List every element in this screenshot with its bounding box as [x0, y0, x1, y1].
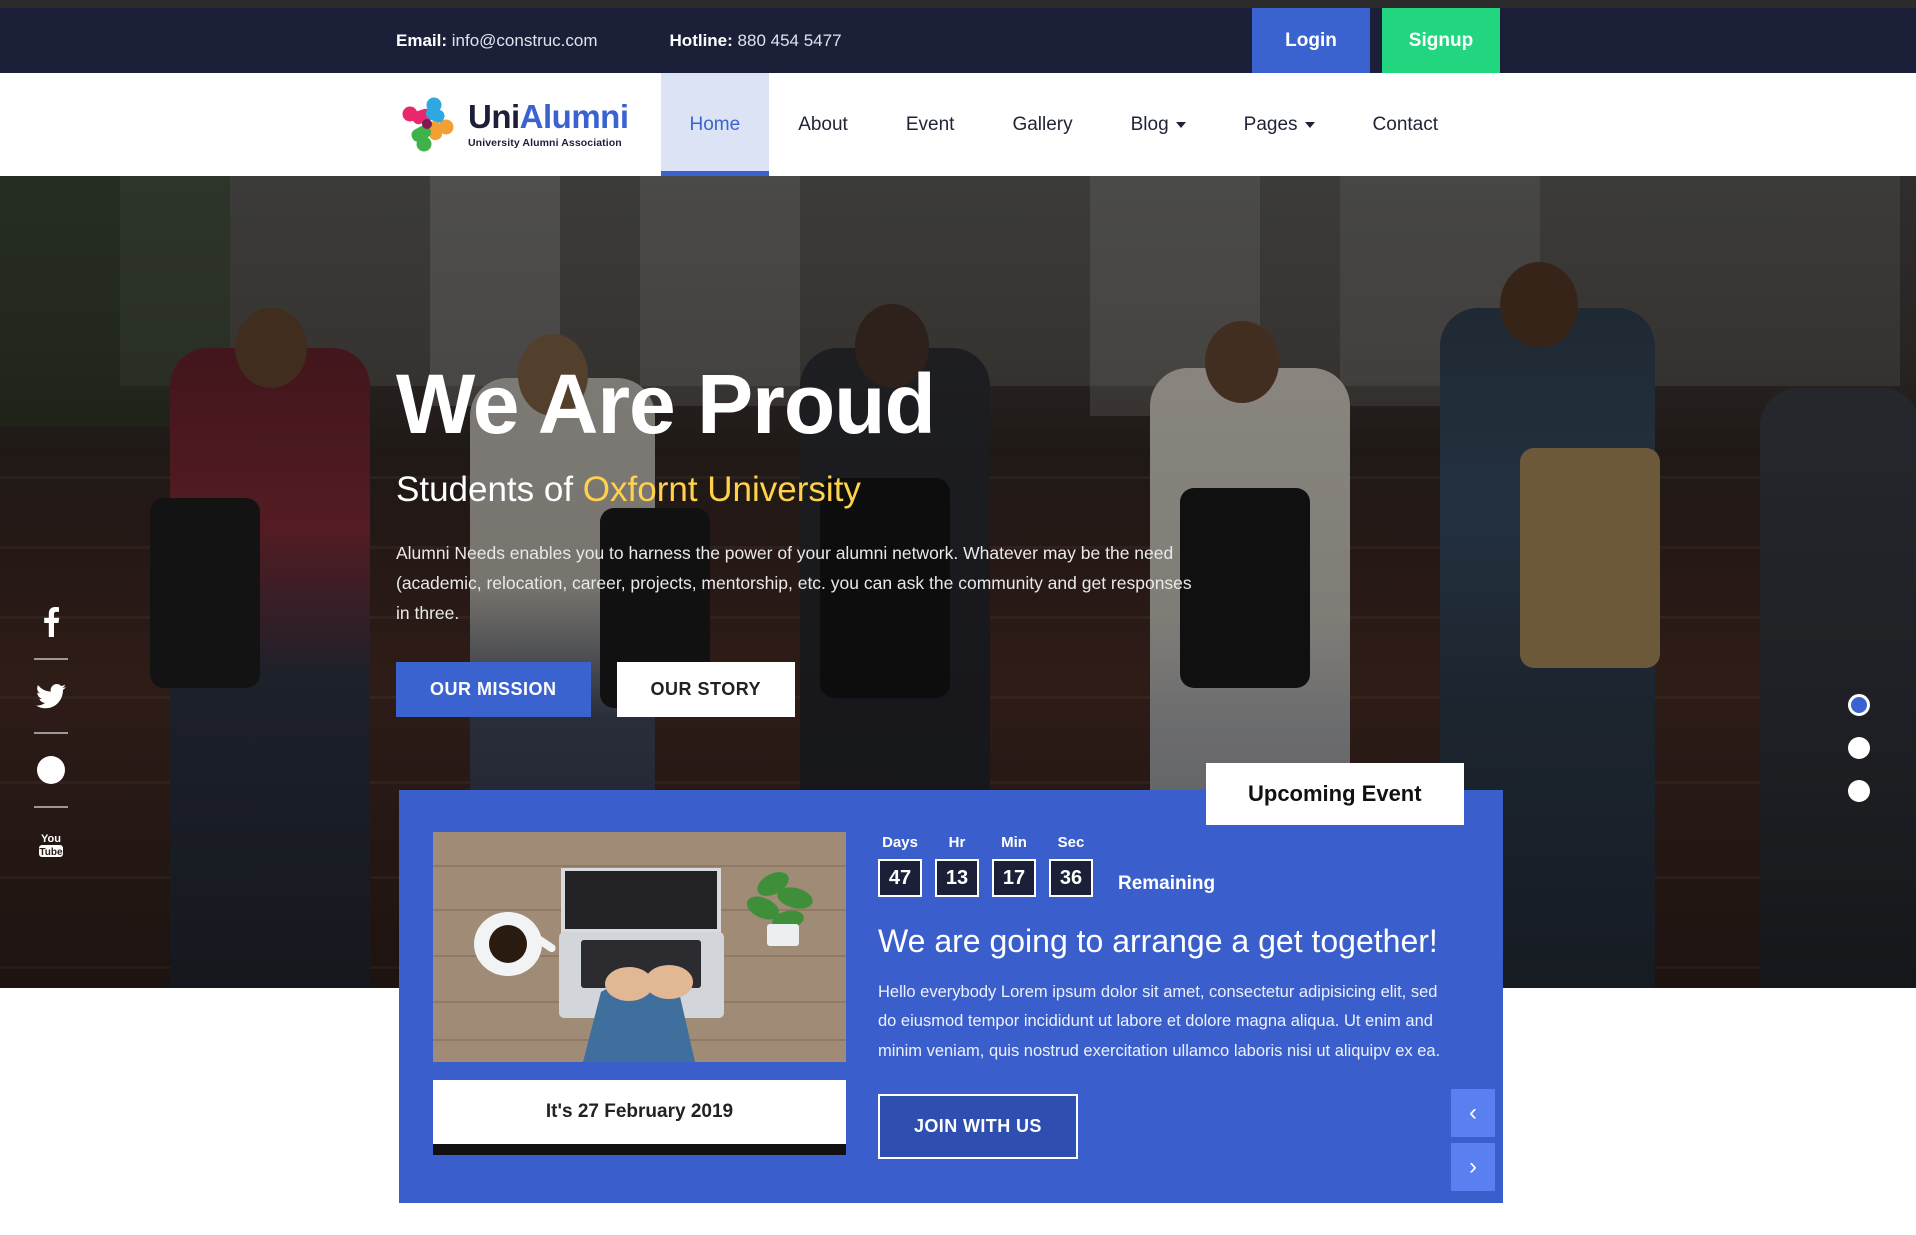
nav-label-about: About: [798, 113, 848, 135]
nav-item-pages[interactable]: Pages: [1215, 73, 1344, 176]
slider-dot-1[interactable]: [1848, 694, 1870, 716]
top-contact-info: Email: info@construc.com Hotline: 880 45…: [396, 8, 842, 73]
hero-description: Alumni Needs enables you to harness the …: [396, 543, 1192, 624]
hero-title: We Are Proud: [396, 357, 936, 451]
chevron-down-icon: [1304, 121, 1315, 128]
countdown-minutes-value: 17: [992, 859, 1036, 897]
event-description: Hello everybody Lorem ipsum dolor sit am…: [878, 983, 1441, 1060]
hero-subtitle-highlight: Oxfornt University: [582, 470, 861, 509]
svg-text:You: You: [41, 833, 61, 845]
event-title: We are going to arrange a get together!: [878, 923, 1438, 959]
countdown-minutes-label: Min: [1001, 834, 1027, 851]
countdown-seconds-label: Sec: [1057, 834, 1085, 851]
top-info-bar: Email: info@construc.com Hotline: 880 45…: [0, 8, 1916, 73]
logo-title: UniAlumni: [468, 100, 629, 133]
countdown-days: Days 47: [878, 834, 922, 897]
browser-chrome-strip: [0, 0, 1916, 8]
svg-text:Tube: Tube: [39, 847, 63, 858]
login-button[interactable]: Login: [1252, 8, 1370, 73]
youtube-icon[interactable]: You Tube: [30, 818, 72, 870]
nav-item-contact[interactable]: Contact: [1344, 73, 1467, 176]
hotline-value: 880 454 5477: [737, 30, 842, 50]
rail-divider: [34, 658, 68, 660]
countdown-hours-value: 13: [935, 859, 979, 897]
nav-item-about[interactable]: About: [769, 73, 877, 176]
rail-divider: [34, 806, 68, 808]
email-info: Email: info@construc.com: [396, 31, 598, 51]
nav-item-gallery[interactable]: Gallery: [983, 73, 1101, 176]
nav-item-event[interactable]: Event: [877, 73, 984, 176]
event-media: It's 27 February 2019: [433, 832, 846, 1159]
logo-title-second: Alumni: [519, 98, 629, 136]
slider-dots: [1848, 694, 1870, 802]
logo-tagline: University Alumni Association: [468, 137, 622, 150]
email-label: Email:: [396, 30, 448, 50]
logo-text: UniAlumni University Alumni Association: [468, 100, 629, 149]
event-carousel-nav: ‹ ›: [1451, 1089, 1495, 1192]
countdown-remaining-label: Remaining: [1118, 873, 1216, 894]
chevron-down-icon: [1175, 121, 1186, 128]
event-thumbnail-image: [433, 832, 846, 1062]
hotline-info: Hotline: 880 454 5477: [670, 31, 842, 51]
slider-dot-2[interactable]: [1848, 737, 1870, 759]
signup-button[interactable]: Signup: [1382, 8, 1500, 73]
hero-subtitle: Students of Oxfornt University: [396, 470, 1296, 510]
nav-label-home: Home: [689, 113, 741, 135]
nav-label-contact: Contact: [1372, 113, 1439, 135]
nav-label-pages: Pages: [1243, 113, 1298, 135]
site-header: UniAlumni University Alumni Association …: [0, 73, 1916, 176]
countdown-days-label: Days: [882, 834, 918, 851]
event-details: Days 47 Hr 13 Min 17 Sec 36 Remaining We…: [878, 832, 1469, 1160]
email-value: info@construc.com: [451, 30, 598, 50]
hero-subtitle-prefix: Students of: [396, 470, 583, 509]
hero-content: We Are Proud Students of Oxfornt Univers…: [396, 357, 1296, 718]
social-rail: You Tube: [30, 596, 72, 870]
auth-buttons: Login Signup: [1252, 8, 1500, 73]
pinwheel-people-logo-icon: [396, 94, 458, 156]
join-with-us-button[interactable]: JOIN WITH US: [878, 1094, 1078, 1160]
hero-buttons: OUR MISSION OUR STORY: [396, 662, 1296, 718]
rail-divider: [34, 732, 68, 734]
our-story-button[interactable]: OUR STORY: [616, 662, 796, 718]
event-date-caption: It's 27 February 2019: [433, 1080, 846, 1144]
event-countdown: Days 47 Hr 13 Min 17 Sec 36 Remaining: [878, 834, 1469, 897]
countdown-days-value: 47: [878, 859, 922, 897]
countdown-seconds-value: 36: [1049, 859, 1093, 897]
nav-label-event: Event: [905, 113, 955, 135]
our-mission-button[interactable]: OUR MISSION: [396, 662, 591, 718]
nav-item-home[interactable]: Home: [660, 73, 770, 176]
nav-item-blog[interactable]: Blog: [1102, 73, 1215, 176]
carousel-prev-button[interactable]: ‹: [1451, 1089, 1495, 1138]
slider-dot-3[interactable]: [1848, 780, 1870, 802]
twitter-icon[interactable]: [30, 670, 72, 722]
nav-label-gallery: Gallery: [1012, 113, 1073, 135]
hotline-label: Hotline:: [669, 30, 733, 50]
main-navigation: Home About Event Gallery Blog Pages Cont…: [660, 73, 1468, 176]
countdown-hours-label: Hr: [948, 834, 966, 851]
carousel-next-button[interactable]: ›: [1451, 1143, 1495, 1192]
countdown-seconds: Sec 36: [1049, 834, 1093, 897]
facebook-icon[interactable]: [30, 596, 72, 648]
logo[interactable]: UniAlumni University Alumni Association: [396, 73, 629, 176]
pinterest-icon[interactable]: [30, 744, 72, 796]
upcoming-event-badge: Upcoming Event: [1206, 763, 1464, 825]
upcoming-event-card: It's 27 February 2019 Days 47 Hr 13 Min …: [399, 790, 1503, 1204]
countdown-minutes: Min 17: [992, 834, 1036, 897]
caption-underline-bar: [433, 1144, 846, 1155]
nav-label-blog: Blog: [1130, 113, 1169, 135]
logo-title-first: Uni: [468, 98, 520, 136]
countdown-hours: Hr 13: [935, 834, 979, 897]
